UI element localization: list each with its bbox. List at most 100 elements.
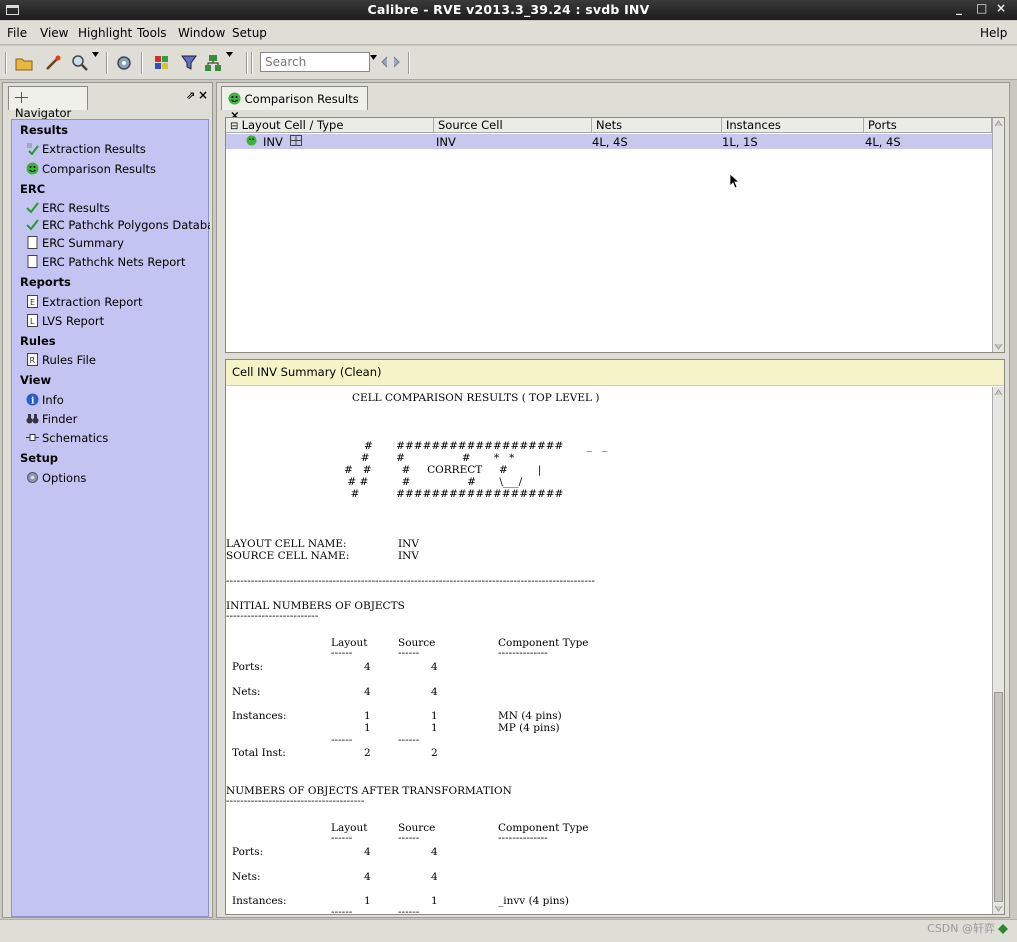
title-bar: Calibre - RVE v2013.3_39.24 : svdb INV _…: [0, 0, 1017, 20]
row-label: Nets:: [232, 871, 261, 883]
layers-icon[interactable]: [153, 54, 171, 72]
row-label: Total Inst:: [232, 747, 286, 759]
cell-nets: 4L, 4S: [592, 135, 628, 149]
gear-icon: [26, 471, 39, 484]
menu-setup[interactable]: Setup: [232, 26, 267, 40]
checkmark-icon: [26, 218, 39, 231]
row-source: 1: [431, 722, 438, 734]
toolbar-separator: [246, 52, 248, 74]
col-component-dash: --------------: [498, 647, 548, 659]
menu-view[interactable]: View: [40, 26, 68, 40]
resize-grip-icon[interactable]: [998, 924, 1008, 934]
nav-item-erc-pathchk-polygons[interactable]: ERC Pathchk Polygons Databa: [26, 218, 210, 232]
smiley-icon: [246, 135, 257, 149]
section-results: Results: [20, 123, 68, 137]
after-transformation-underline: ---------------------------------------: [226, 795, 365, 807]
section-reports: Reports: [20, 275, 71, 289]
column-header-layout-cell[interactable]: ⊟ Layout Cell / Type: [226, 118, 434, 133]
svg-text:i: i: [31, 397, 35, 407]
search-dropdown-icon[interactable]: [370, 55, 377, 61]
search-prev-icon[interactable]: [380, 56, 388, 68]
tab-comparison-results[interactable]: Comparison Results ×: [221, 86, 368, 122]
undock-icon[interactable]: ⇗: [186, 89, 195, 102]
initial-objects-underline: --------------------------: [226, 610, 319, 622]
binoculars-icon: [26, 412, 39, 425]
toolbar-separator: [106, 52, 108, 74]
filter-icon[interactable]: [180, 54, 198, 72]
row-layout: 4: [364, 686, 371, 698]
column-header-instances[interactable]: Instances: [722, 118, 864, 133]
col-layout-dash: ------: [331, 832, 353, 844]
nav-item-erc-summary[interactable]: ERC Summary: [26, 236, 210, 250]
menu-file[interactable]: File: [7, 26, 27, 40]
cell-layout-name: INV: [263, 135, 283, 149]
search-next-icon[interactable]: [393, 56, 401, 68]
nav-item-info[interactable]: i Info: [26, 393, 210, 407]
network-dropdown-icon[interactable]: [226, 52, 233, 58]
zoom-dropdown-icon[interactable]: [92, 52, 99, 58]
row-source: 1: [431, 710, 438, 722]
maximize-button[interactable]: □: [976, 1, 987, 15]
column-header-source-cell[interactable]: Source Cell: [434, 118, 592, 133]
row-label: Ports:: [232, 661, 264, 673]
svg-text:E: E: [30, 298, 35, 307]
document-icon: [26, 236, 39, 249]
cell-type-icon: [290, 135, 302, 149]
nav-item-schematics[interactable]: Schematics: [26, 431, 210, 445]
close-window-button[interactable]: ×: [996, 1, 1006, 15]
settings-icon[interactable]: [115, 54, 133, 72]
section-view: View: [20, 373, 52, 387]
layout-cell-name-value: INV: [398, 538, 419, 550]
navigator-panel: Navigator ⇗ × Results Extraction Results…: [2, 82, 213, 918]
row-label: Nets:: [232, 686, 261, 698]
row-source: 2: [431, 747, 438, 759]
menu-tools[interactable]: Tools: [137, 26, 167, 40]
nav-item-options[interactable]: Options: [26, 471, 210, 485]
mouse-cursor-icon: [729, 173, 739, 189]
nav-item-lvs-report[interactable]: L LVS Report: [26, 314, 210, 328]
source-cell-name-value: INV: [398, 550, 419, 562]
navigator-tree: Results Extraction Results Comparison Re…: [11, 119, 210, 917]
scrollbar-thumb[interactable]: [994, 692, 1003, 902]
row-layout: 1: [364, 710, 371, 722]
minimize-button[interactable]: _: [956, 1, 962, 15]
row-label: Ports:: [232, 846, 264, 858]
menu-highlight[interactable]: Highlight: [78, 26, 132, 40]
nav-item-finder[interactable]: Finder: [26, 412, 210, 426]
nav-item-comparison-results[interactable]: Comparison Results: [26, 162, 210, 176]
correct-banner-line-2: # # # * *: [344, 452, 515, 464]
column-header-ports[interactable]: Ports: [864, 118, 992, 133]
correct-banner-line-1: # ################### _ _: [344, 440, 608, 452]
summary-scrollbar[interactable]: [992, 387, 1004, 914]
row-layout: 1: [364, 722, 371, 734]
nav-item-extraction-report[interactable]: E Extraction Report: [26, 295, 210, 309]
comparison-table: ⊟ Layout Cell / Type Source Cell Nets In…: [225, 117, 1005, 353]
col-layout-dash: ------: [331, 906, 353, 918]
document-icon: [26, 255, 39, 268]
nav-item-extraction-results[interactable]: Extraction Results: [26, 142, 210, 156]
extraction-results-icon: [26, 142, 39, 156]
network-icon[interactable]: [204, 54, 222, 72]
col-source-dash: ------: [398, 832, 420, 844]
section-erc: ERC: [20, 182, 46, 196]
wand-icon[interactable]: [44, 54, 62, 72]
correct-banner-line-5: # ###################: [344, 488, 564, 500]
menu-help[interactable]: Help: [980, 26, 1007, 40]
row-source: 4: [431, 846, 438, 858]
zoom-icon[interactable]: [71, 54, 89, 72]
folder-icon[interactable]: [15, 54, 33, 72]
close-panel-icon[interactable]: ×: [198, 88, 208, 102]
menu-window[interactable]: Window: [178, 26, 225, 40]
cell-instances: 1L, 1S: [722, 135, 758, 149]
report-l-icon: L: [26, 314, 39, 327]
nav-item-erc-pathchk-nets[interactable]: ERC Pathchk Nets Report: [26, 255, 210, 269]
tab-navigator[interactable]: Navigator: [8, 86, 88, 120]
nav-item-erc-results[interactable]: ERC Results: [26, 201, 210, 215]
column-header-nets[interactable]: Nets: [592, 118, 722, 133]
navigator-icon: [15, 92, 29, 106]
table-scrollbar[interactable]: [992, 118, 1004, 352]
source-cell-name-label: SOURCE CELL NAME:: [226, 550, 350, 562]
nav-item-rules-file[interactable]: R Rules File: [26, 353, 210, 367]
search-input[interactable]: Search: [260, 52, 370, 72]
correct-banner-line-3: # # # CORRECT # |: [344, 464, 542, 476]
